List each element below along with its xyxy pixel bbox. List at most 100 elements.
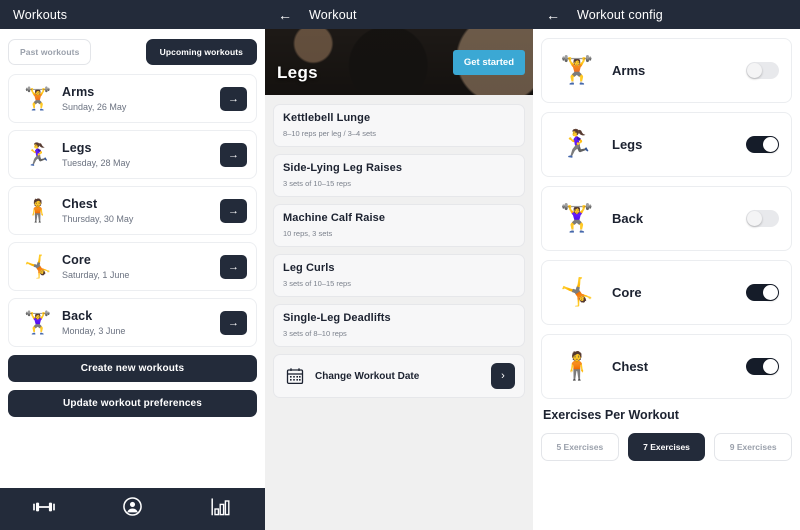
situp-icon: 🤸: [24, 253, 52, 279]
workouts-body: Past workouts Upcoming workouts 🏋️ Arms …: [0, 29, 265, 501]
workouts-screen: Workouts Past workouts Upcoming workouts…: [0, 0, 265, 530]
toggle-chest[interactable]: [746, 358, 779, 375]
workout-card-meta: Chest Thursday, 30 May: [58, 197, 220, 224]
barbell-lift-icon: 🏋️‍♀️: [560, 203, 594, 233]
workout-card-chest[interactable]: 🧍 Chest Thursday, 30 May →: [8, 186, 257, 235]
workout-card-meta: Arms Sunday, 26 May: [58, 85, 220, 112]
toggle-knob: [747, 63, 762, 78]
toggle-legs[interactable]: [746, 136, 779, 153]
config-row-back[interactable]: 🏋️‍♀️ Back: [541, 186, 792, 251]
config-body: 🏋️ Arms 🏃‍♀️ Legs 🏋️‍♀️ Back 🤸 Core: [533, 29, 800, 530]
exercise-detail: 3 sets of 10–15 reps: [283, 279, 351, 288]
toggle-knob: [763, 137, 778, 152]
workout-topbar: ← Workout: [265, 0, 533, 29]
config-row-legs[interactable]: 🏃‍♀️ Legs: [541, 112, 792, 177]
muscle-group-label: Arms: [612, 63, 646, 78]
standing-person-icon: 🧍: [24, 197, 52, 223]
weightlifter-icon: 🏋️: [24, 85, 52, 111]
get-started-button[interactable]: Get started: [452, 50, 525, 75]
tab-stats[interactable]: [177, 497, 265, 521]
exercise-detail: 3 sets of 10–15 reps: [283, 179, 351, 188]
change-workout-date-row[interactable]: Change Workout Date ›: [273, 354, 525, 398]
muscle-group-label: Chest: [612, 359, 649, 374]
exercise-card[interactable]: Single-Leg Deadlifts 3 sets of 8–10 reps: [273, 304, 525, 347]
tab-account[interactable]: [88, 497, 176, 521]
option-7-exercises[interactable]: 7 Exercises: [627, 433, 706, 461]
exercise-name: Side-Lying Leg Raises: [283, 162, 403, 174]
workout-config-screen: ← Workout config 🏋️ Arms 🏃‍♀️ Legs 🏋️‍♀️…: [533, 0, 800, 530]
config-row-chest[interactable]: 🧍 Chest: [541, 334, 792, 399]
toggle-knob: [763, 285, 778, 300]
three-panel-screenshot: Workouts Past workouts Upcoming workouts…: [0, 0, 800, 530]
workout-date: Monday, 3 June: [62, 326, 126, 336]
chevron-right-icon[interactable]: ›: [491, 363, 515, 389]
toggle-core[interactable]: [746, 284, 779, 301]
workout-date: Tuesday, 28 May: [62, 158, 131, 168]
back-arrow-icon[interactable]: ←: [278, 8, 292, 22]
workouts-topbar: Workouts: [0, 0, 265, 29]
exercises-per-workout-options: 5 Exercises 7 Exercises 9 Exercises: [541, 433, 793, 461]
page-title: Workout config: [577, 7, 663, 22]
situp-icon: 🤸: [560, 277, 594, 307]
config-topbar: ← Workout config: [533, 0, 800, 29]
exercise-card[interactable]: Machine Calf Raise 10 reps, 3 sets: [273, 204, 525, 247]
update-workout-preferences-button[interactable]: Update workout preferences: [8, 390, 257, 417]
workout-card-meta: Back Monday, 3 June: [58, 309, 220, 336]
workout-card-arms[interactable]: 🏋️ Arms Sunday, 26 May →: [8, 74, 257, 123]
segment-upcoming-workouts[interactable]: Upcoming workouts: [145, 39, 257, 65]
hero-title: Legs: [277, 63, 318, 82]
stats-icon: [211, 497, 231, 521]
workout-card-legs[interactable]: 🏃‍♀️ Legs Tuesday, 28 May →: [8, 130, 257, 179]
workout-detail-screen: ← Workout Legs Get started Kettlebell Lu…: [265, 0, 533, 530]
account-icon: [123, 497, 142, 521]
back-arrow-icon[interactable]: ←: [546, 8, 560, 22]
exercise-name: Machine Calf Raise: [283, 212, 386, 224]
toggle-arms[interactable]: [746, 62, 779, 79]
dumbbell-icon: [33, 500, 56, 519]
muscle-group-label: Back: [612, 211, 644, 226]
exercise-name: Leg Curls: [283, 262, 335, 274]
exercise-card[interactable]: Leg Curls 3 sets of 10–15 reps: [273, 254, 525, 297]
workout-card-core[interactable]: 🤸 Core Saturday, 1 June →: [8, 242, 257, 291]
create-new-workouts-button[interactable]: Create new workouts: [8, 355, 257, 382]
option-5-exercises[interactable]: 5 Exercises: [541, 433, 619, 461]
exercise-card[interactable]: Side-Lying Leg Raises 3 sets of 10–15 re…: [273, 154, 525, 197]
workout-card-meta: Legs Tuesday, 28 May: [58, 141, 220, 168]
page-title: Workouts: [13, 7, 68, 22]
exercises-per-workout-heading: Exercises Per Workout: [543, 408, 679, 422]
exercise-detail: 3 sets of 8–10 reps: [283, 329, 347, 338]
workout-date: Saturday, 1 June: [62, 270, 130, 280]
change-workout-date-label: Change Workout Date: [315, 370, 420, 382]
tab-workouts[interactable]: [0, 500, 88, 519]
runner-icon: 🏃‍♀️: [560, 129, 594, 159]
option-9-exercises[interactable]: 9 Exercises: [714, 433, 793, 461]
muscle-group-label: Core: [612, 285, 642, 300]
calendar-icon: [283, 367, 307, 385]
barbell-lift-icon: 🏋️‍♀️: [24, 309, 52, 335]
exercise-name: Single-Leg Deadlifts: [283, 312, 391, 324]
workout-hero-banner: Legs Get started: [265, 29, 533, 95]
exercise-name: Kettlebell Lunge: [283, 112, 371, 124]
exercise-list: Kettlebell Lunge 8–10 reps per leg / 3–4…: [265, 95, 533, 530]
arrow-right-icon[interactable]: →: [220, 198, 247, 223]
muscle-group-label: Legs: [612, 137, 643, 152]
config-row-arms[interactable]: 🏋️ Arms: [541, 38, 792, 103]
workout-card-back[interactable]: 🏋️‍♀️ Back Monday, 3 June →: [8, 298, 257, 347]
bottom-tabbar: [0, 488, 265, 530]
arrow-right-icon[interactable]: →: [220, 142, 247, 167]
arrow-right-icon[interactable]: →: [220, 86, 247, 111]
segment-past-workouts[interactable]: Past workouts: [8, 39, 92, 65]
config-row-core[interactable]: 🤸 Core: [541, 260, 792, 325]
exercise-card[interactable]: Kettlebell Lunge 8–10 reps per leg / 3–4…: [273, 104, 525, 147]
arrow-right-icon[interactable]: →: [220, 310, 247, 335]
workout-date: Sunday, 26 May: [62, 102, 127, 112]
weightlifter-icon: 🏋️: [560, 55, 594, 85]
exercise-detail: 8–10 reps per leg / 3–4 sets: [283, 129, 376, 138]
toggle-back[interactable]: [746, 210, 779, 227]
page-title: Workout: [309, 7, 357, 22]
workout-filter-segments: Past workouts Upcoming workouts: [8, 39, 257, 65]
exercise-detail: 10 reps, 3 sets: [283, 229, 333, 238]
toggle-knob: [763, 359, 778, 374]
arrow-right-icon[interactable]: →: [220, 254, 247, 279]
standing-person-icon: 🧍: [560, 351, 594, 381]
